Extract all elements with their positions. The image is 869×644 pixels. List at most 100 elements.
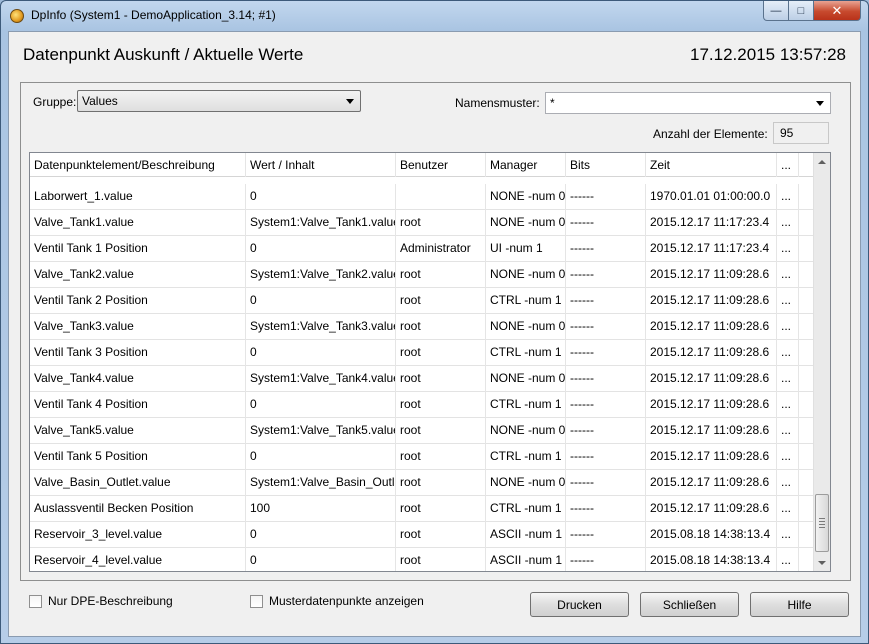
table-row[interactable]: Valve_Basin_Outlet.value System1:Valve_Ba… xyxy=(30,470,815,496)
cell-more: ... xyxy=(777,366,799,392)
cell-beschreibung: Reservoir_3_level.value xyxy=(30,522,246,548)
minimize-button[interactable]: — xyxy=(763,1,789,21)
cell-more: ... xyxy=(777,548,799,571)
dropdown-arrow-icon xyxy=(346,99,354,104)
table-row[interactable]: Valve_Tank2.value System1:Valve_Tank2.val… xyxy=(30,262,815,288)
close-window-button[interactable]: ✕ xyxy=(813,1,861,21)
cell-manager: NONE -num 0 xyxy=(486,418,566,444)
cell-beschreibung: Auslassventil Becken Position xyxy=(30,496,246,522)
cell-bits: ------ xyxy=(566,184,646,210)
namensmuster-label: Namensmuster: xyxy=(455,96,540,110)
cell-manager: CTRL -num 1 xyxy=(486,288,566,314)
cell-benutzer: root xyxy=(396,288,486,314)
cell-zeit: 2015.12.17 11:17:23.4 xyxy=(646,236,777,262)
musterdatenpunkte-checkbox[interactable]: Musterdatenpunkte anzeigen xyxy=(250,594,424,608)
table-row[interactable]: Valve_Tank1.value System1:Valve_Tank1.val… xyxy=(30,210,815,236)
table-row[interactable]: Ventil Tank 3 Position 0 root CTRL -num 1 --… xyxy=(30,340,815,366)
table-row[interactable]: Auslassventil Becken Position 100 root CTRL… xyxy=(30,496,815,522)
cell-zeit: 2015.08.18 14:38:13.4 xyxy=(646,522,777,548)
gruppe-label: Gruppe: xyxy=(33,95,77,109)
current-datetime: 17.12.2015 13:57:28 xyxy=(690,45,846,64)
column-header-datenpunkt[interactable]: Datenpunktelement/Beschreibung xyxy=(30,153,246,177)
cell-wert: 0 xyxy=(246,392,396,418)
cell-benutzer: Administrator xyxy=(396,236,486,262)
cell-beschreibung: Valve_Tank2.value xyxy=(30,262,246,288)
dialog-client: Datenpunkt Auskunft / Aktuelle Werte 17.… xyxy=(8,31,861,637)
column-header-zeit[interactable]: Zeit xyxy=(646,153,777,177)
cell-more: ... xyxy=(777,470,799,496)
cell-more: ... xyxy=(777,522,799,548)
cell-bits: ------ xyxy=(566,236,646,262)
cell-zeit: 2015.12.17 11:09:28.6 xyxy=(646,392,777,418)
cell-manager: CTRL -num 1 xyxy=(486,496,566,522)
cell-more: ... xyxy=(777,210,799,236)
cell-bits: ------ xyxy=(566,496,646,522)
cell-bits: ------ xyxy=(566,444,646,470)
cell-bits: ------ xyxy=(566,548,646,571)
table-header: Datenpunktelement/Beschreibung Wert / In… xyxy=(30,153,815,177)
hilfe-button[interactable]: Hilfe xyxy=(750,592,849,617)
checkbox-box[interactable] xyxy=(250,594,263,608)
cell-bits: ------ xyxy=(566,366,646,392)
column-header-wert[interactable]: Wert / Inhalt xyxy=(246,153,396,177)
cell-more: ... xyxy=(777,184,799,210)
cell-more: ... xyxy=(777,288,799,314)
cell-wert: 0 xyxy=(246,522,396,548)
cell-zeit: 2015.12.17 11:09:28.6 xyxy=(646,340,777,366)
cell-wert: 0 xyxy=(246,548,396,571)
cell-zeit: 2015.12.17 11:09:28.6 xyxy=(646,288,777,314)
table-row[interactable]: Valve_Tank5.value System1:Valve_Tank5.val… xyxy=(30,418,815,444)
gruppe-dropdown[interactable]: Values xyxy=(77,90,361,112)
cell-manager: CTRL -num 1 xyxy=(486,340,566,366)
table-row[interactable]: Reservoir_4_level.value 0 root ASCII -num 1… xyxy=(30,548,815,571)
cell-beschreibung: Valve_Tank1.value xyxy=(30,210,246,236)
scroll-down-button[interactable] xyxy=(814,554,830,571)
nur-dpe-checkbox[interactable]: Nur DPE-Beschreibung xyxy=(29,594,173,608)
scroll-up-button[interactable] xyxy=(814,153,830,170)
table-row[interactable]: Ventil Tank 1 Position 0 Administrator UI -… xyxy=(30,236,815,262)
cell-zeit: 2015.12.17 11:09:28.6 xyxy=(646,470,777,496)
cell-benutzer: root xyxy=(396,392,486,418)
dropdown-arrow-icon xyxy=(816,101,824,106)
cell-bits: ------ xyxy=(566,314,646,340)
cell-manager: CTRL -num 1 xyxy=(486,444,566,470)
title-bar[interactable]: DpInfo (System1 - DemoApplication_3.14; … xyxy=(1,1,868,31)
table-row[interactable]: Laborwert_1.value 0 NONE -num 0 ------ 1970.… xyxy=(30,184,815,210)
cell-bits: ------ xyxy=(566,522,646,548)
grip-line xyxy=(819,518,825,519)
cell-beschreibung: Reservoir_4_level.value xyxy=(30,548,246,571)
drucken-button[interactable]: Drucken xyxy=(530,592,629,617)
maximize-button[interactable]: □ xyxy=(788,1,814,21)
checkbox-box[interactable] xyxy=(29,594,42,608)
cell-zeit: 2015.12.17 11:09:28.6 xyxy=(646,496,777,522)
cell-manager: NONE -num 0 xyxy=(486,210,566,236)
cell-beschreibung: Ventil Tank 2 Position xyxy=(30,288,246,314)
column-header-more[interactable]: ... xyxy=(777,153,799,177)
cell-benutzer: root xyxy=(396,470,486,496)
cell-manager: NONE -num 0 xyxy=(486,470,566,496)
table-row[interactable]: Valve_Tank4.value System1:Valve_Tank4.val… xyxy=(30,366,815,392)
nur-dpe-label: Nur DPE-Beschreibung xyxy=(48,594,173,608)
anzahl-value: 95 xyxy=(773,122,829,144)
table-row[interactable]: Ventil Tank 5 Position 0 root CTRL -num 1 --… xyxy=(30,444,815,470)
cell-benutzer: root xyxy=(396,444,486,470)
scroll-up-icon xyxy=(818,159,826,164)
column-header-manager[interactable]: Manager xyxy=(486,153,566,177)
column-header-benutzer[interactable]: Benutzer xyxy=(396,153,486,177)
grip-line xyxy=(819,527,825,528)
table-row[interactable]: Ventil Tank 4 Position 0 root CTRL -num 1 --… xyxy=(30,392,815,418)
scrollbar-thumb[interactable] xyxy=(815,494,829,552)
column-header-bits[interactable]: Bits xyxy=(566,153,646,177)
cell-manager: UI -num 1 xyxy=(486,236,566,262)
dpinfo-window: DpInfo (System1 - DemoApplication_3.14; … xyxy=(0,0,869,644)
cell-benutzer: root xyxy=(396,314,486,340)
namensmuster-combobox[interactable]: * xyxy=(545,92,831,114)
cell-bits: ------ xyxy=(566,392,646,418)
cell-manager: ASCII -num 1 xyxy=(486,522,566,548)
table-row[interactable]: Valve_Tank3.value System1:Valve_Tank3.val… xyxy=(30,314,815,340)
cell-benutzer: root xyxy=(396,418,486,444)
vertical-scrollbar[interactable] xyxy=(813,153,830,571)
table-row[interactable]: Ventil Tank 2 Position 0 root CTRL -num 1 --… xyxy=(30,288,815,314)
table-row[interactable]: Reservoir_3_level.value 0 root ASCII -num 1… xyxy=(30,522,815,548)
schliessen-button[interactable]: Schließen xyxy=(640,592,739,617)
